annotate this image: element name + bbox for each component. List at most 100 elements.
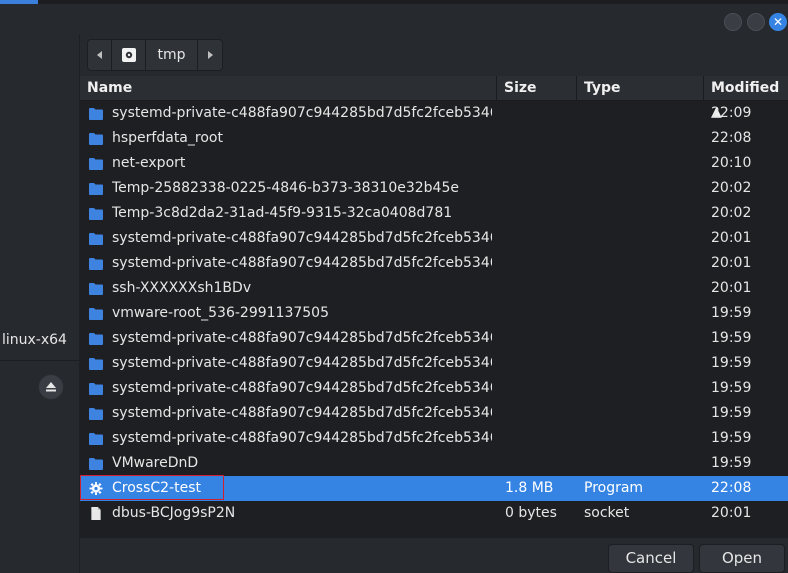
eject-button[interactable] xyxy=(38,374,64,400)
file-type: socket xyxy=(584,505,630,521)
file-modified: 20:02 xyxy=(711,205,752,221)
path-root-button[interactable] xyxy=(112,40,146,70)
file-name: CrossC2-test xyxy=(112,480,201,496)
folder-icon xyxy=(89,408,103,420)
file-name: ssh-XXXXXXsh1BDv xyxy=(112,280,252,296)
file-modified: 19:59 xyxy=(711,455,752,471)
file-modified: 19:59 xyxy=(711,430,752,446)
file-size xyxy=(505,126,575,151)
table-row[interactable]: systemd-private-c488fa907c944285bd7d5fc2… xyxy=(80,251,788,276)
file-modified: 20:01 xyxy=(711,230,752,246)
folder-icon xyxy=(89,358,103,370)
table-row[interactable]: ssh-XXXXXXsh1BDv 20:01 xyxy=(80,276,788,301)
dialog-footer: Cancel Open xyxy=(80,538,788,573)
file-size xyxy=(505,401,575,426)
folder-icon xyxy=(89,233,103,245)
file-modified: 22:08 xyxy=(711,130,752,146)
drive-icon xyxy=(121,48,136,62)
folder-icon xyxy=(89,183,103,195)
file-modified: 20:02 xyxy=(711,180,752,196)
file-size xyxy=(505,301,575,326)
file-modified: 20:10 xyxy=(711,155,752,171)
file-name: systemd-private-c488fa907c944285bd7d5fc2… xyxy=(112,355,492,371)
table-row[interactable]: dbus-BCJog9sP2N 0 bytes socket 20:01 xyxy=(80,501,788,526)
table-row[interactable]: systemd-private-c488fa907c944285bd7d5fc2… xyxy=(80,226,788,251)
file-list[interactable]: Name Size Type Modified ▲ systemd-privat… xyxy=(80,76,788,538)
file-type xyxy=(584,126,699,151)
close-icon: ✕ xyxy=(772,15,784,29)
file-modified: 19:59 xyxy=(711,355,752,371)
folder-icon xyxy=(89,108,103,120)
file-name: Temp-3c8d2da2-31ad-45f9-9315-32ca0408d78… xyxy=(112,205,453,221)
file-name: net-export xyxy=(112,155,186,171)
table-row[interactable]: Temp-25882338-0225-4846-b373-38310e32b45… xyxy=(80,176,788,201)
table-row[interactable]: systemd-private-c488fa907c944285bd7d5fc2… xyxy=(80,376,788,401)
file-modified: 20:01 xyxy=(711,280,752,296)
folder-icon xyxy=(89,433,103,445)
file-size xyxy=(505,101,575,126)
file-size xyxy=(505,376,575,401)
folder-icon xyxy=(89,283,103,295)
path-back-button[interactable] xyxy=(88,40,112,70)
close-button[interactable]: ✕ xyxy=(769,13,787,31)
file-type xyxy=(584,201,699,226)
chevron-right-icon xyxy=(208,51,213,59)
table-row[interactable]: systemd-private-c488fa907c944285bd7d5fc2… xyxy=(80,351,788,376)
file-type xyxy=(584,401,699,426)
folder-icon xyxy=(89,308,103,320)
file-name: systemd-private-c488fa907c944285bd7d5fc2… xyxy=(112,380,492,396)
table-row[interactable]: net-export 20:10 xyxy=(80,151,788,176)
table-row[interactable]: VMwareDnD 19:59 xyxy=(80,451,788,476)
column-name-header[interactable]: Name xyxy=(80,76,496,100)
file-modified: 19:59 xyxy=(711,380,752,396)
gear-icon xyxy=(89,482,103,495)
path-forward-button[interactable] xyxy=(198,40,222,70)
minimize-button[interactable] xyxy=(724,13,742,31)
column-size-header[interactable]: Size xyxy=(496,76,576,100)
file-modified: 22:08 xyxy=(711,480,752,496)
table-row[interactable]: hsperfdata_root 22:08 xyxy=(80,126,788,151)
file-type xyxy=(584,251,699,276)
titlebar: ✕ xyxy=(0,4,788,34)
file-size xyxy=(505,201,575,226)
folder-icon xyxy=(89,458,103,470)
file-type xyxy=(584,226,699,251)
sidebar-item-location[interactable]: linux-x64 xyxy=(2,332,67,348)
open-button[interactable]: Open xyxy=(699,544,785,573)
file-size xyxy=(505,226,575,251)
folder-icon xyxy=(89,133,103,145)
places-sidebar: linux-x64 xyxy=(0,34,80,573)
table-row[interactable]: Temp-3c8d2da2-31ad-45f9-9315-32ca0408d78… xyxy=(80,201,788,226)
table-row[interactable]: systemd-private-c488fa907c944285bd7d5fc2… xyxy=(80,401,788,426)
table-row-selected[interactable]: CrossC2-test 1.8 MB Program 22:08 xyxy=(80,475,788,501)
file-size xyxy=(505,251,575,276)
folder-icon xyxy=(89,258,103,270)
table-row[interactable]: systemd-private-c488fa907c944285bd7d5fc2… xyxy=(80,101,788,126)
eject-icon xyxy=(46,382,56,392)
file-name: VMwareDnD xyxy=(112,455,199,471)
file-type xyxy=(584,101,699,126)
column-modified-header[interactable]: Modified ▲ xyxy=(703,76,788,120)
file-modified: 20:01 xyxy=(711,505,752,521)
maximize-button[interactable] xyxy=(747,13,765,31)
cancel-button[interactable]: Cancel xyxy=(608,544,694,573)
column-type-header[interactable]: Type xyxy=(576,76,703,100)
file-size: 0 bytes xyxy=(505,505,557,521)
file-type xyxy=(584,376,699,401)
table-row[interactable]: systemd-private-c488fa907c944285bd7d5fc2… xyxy=(80,326,788,351)
file-name: Temp-25882338-0225-4846-b373-38310e32b45… xyxy=(112,180,459,196)
folder-icon xyxy=(89,333,103,345)
file-name: systemd-private-c488fa907c944285bd7d5fc2… xyxy=(112,430,492,446)
file-size xyxy=(505,451,575,476)
table-row[interactable]: vmware-root_536-2991137505 19:59 xyxy=(80,301,788,326)
file-name: systemd-private-c488fa907c944285bd7d5fc2… xyxy=(112,230,492,246)
file-name: vmware-root_536-2991137505 xyxy=(112,305,329,321)
file-type xyxy=(584,426,699,451)
column-header: Name Size Type Modified ▲ xyxy=(80,76,788,120)
file-modified: 20:01 xyxy=(711,255,752,271)
file-modified: 22:09 xyxy=(711,105,752,121)
file-name: dbus-BCJog9sP2N xyxy=(112,505,236,521)
path-segment-tmp[interactable]: tmp xyxy=(146,40,198,70)
file-type xyxy=(584,176,699,201)
table-row[interactable]: systemd-private-c488fa907c944285bd7d5fc2… xyxy=(80,426,788,451)
